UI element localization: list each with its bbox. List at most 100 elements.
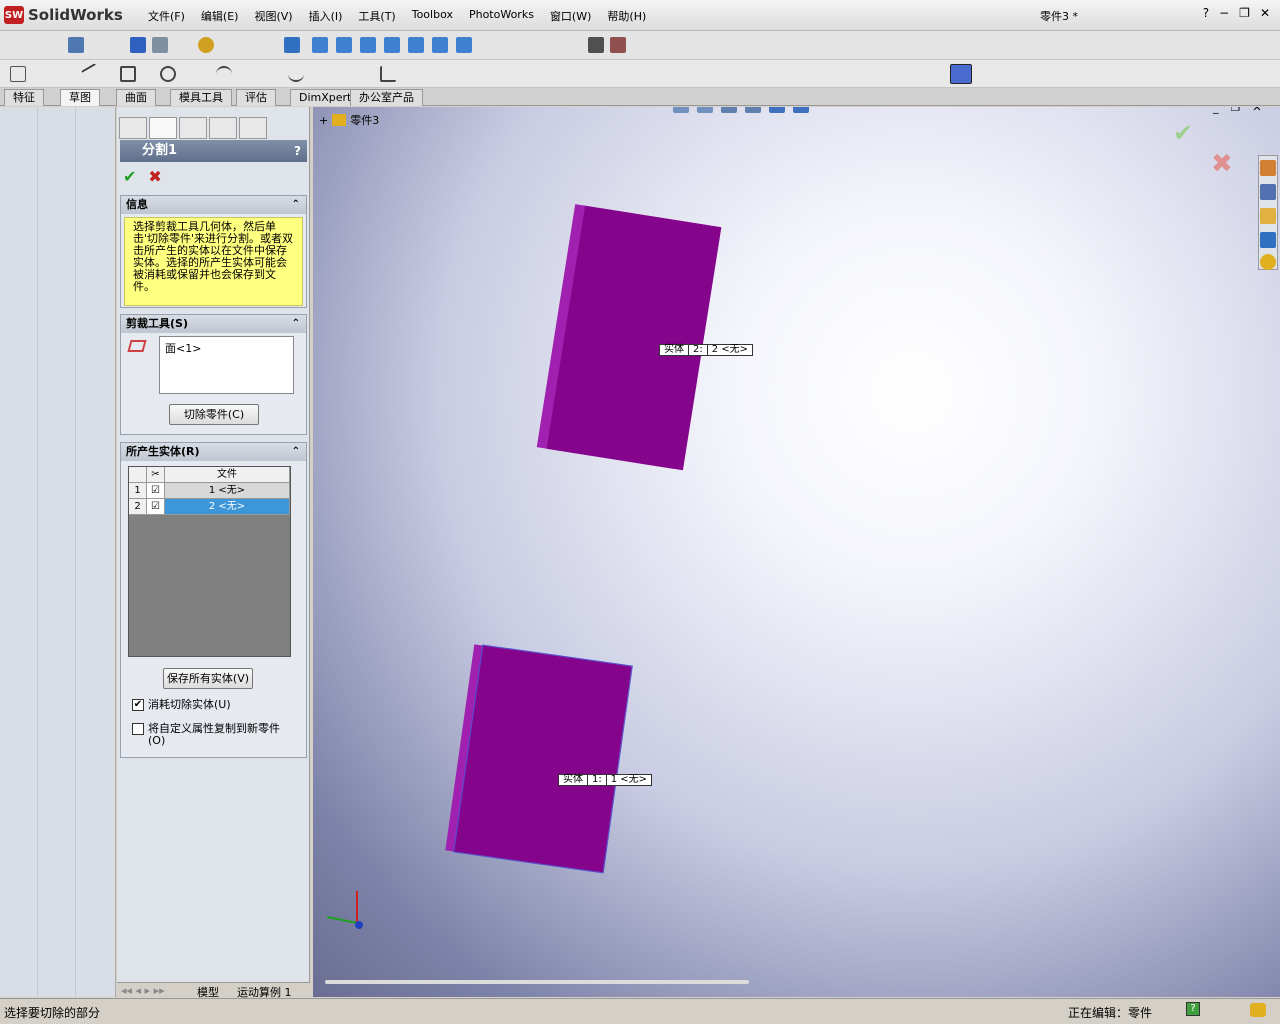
collapse-icon[interactable]: ⌃ [292,196,300,214]
tab-nav-arrows[interactable]: ◂◂ ◂ ▸ ▸▸ [121,984,165,997]
help-icon[interactable]: ? [1203,6,1209,20]
info-header[interactable]: 信息 ⌃ [121,196,306,214]
box-view-icon[interactable] [130,37,146,53]
ok-icon[interactable]: ✔ [123,167,136,186]
toolbar-column-3[interactable] [76,107,114,997]
collapse-icon[interactable]: ⌃ [292,315,300,333]
menu-tools[interactable]: 工具(T) [350,8,403,24]
folder-icon[interactable] [1260,208,1276,224]
trim-tools-header[interactable]: 剪裁工具(S) ⌃ [121,315,306,333]
copy-props-checkbox-row[interactable]: 将自定义属性复制到新零件(O) [132,723,292,747]
table-row[interactable]: 2 ☑ 2 <无> [129,499,290,515]
render-icon[interactable] [610,37,626,53]
confirm-cancel-icon[interactable]: ✖ [1211,149,1233,179]
tab-sketch[interactable]: 草图 [60,89,100,106]
body-2[interactable] [546,205,722,471]
appearances-icon[interactable] [1260,254,1276,270]
line-icon[interactable] [81,63,103,85]
minimize-icon[interactable]: − [1219,6,1229,20]
instant3d-icon[interactable] [950,64,972,84]
menu-photoworks[interactable]: PhotoWorks [461,8,542,24]
trim-tool-list[interactable]: 面<1> [159,336,294,394]
tab-evaluate[interactable]: 评估 [236,89,276,106]
help-icon[interactable]: ? [1186,1002,1200,1016]
appearance-icon[interactable] [198,37,214,53]
horizontal-scrollbar[interactable] [325,980,749,984]
consume-checkbox[interactable]: ✔ [132,699,144,711]
view-back-icon[interactable] [336,37,352,53]
save-all-bodies-button[interactable]: 保存所有实体(V) [163,668,253,689]
sketch-icon[interactable] [10,66,26,82]
copy-props-checkbox[interactable] [132,723,144,735]
view-front-icon[interactable] [312,37,328,53]
tab-office-products[interactable]: 办公室产品 [350,89,423,106]
restore-icon[interactable]: ❐ [1239,6,1250,20]
feature-manager-tab[interactable] [119,117,147,139]
spline-icon[interactable] [288,66,304,82]
row-file[interactable]: 1 <无> [165,483,290,498]
expand-icon[interactable]: + [319,114,328,127]
toolbar-column-1[interactable] [0,107,38,997]
body-2-callout[interactable]: 实体 2: 2 <无> [659,344,754,356]
view-normal-icon[interactable] [284,37,300,53]
confirm-ok-icon[interactable]: ✔ [1173,119,1193,147]
row-file[interactable]: 2 <无> [165,499,290,514]
row-checkbox[interactable]: ☑ [147,483,165,498]
home-icon[interactable] [1260,160,1276,176]
view-iso-icon[interactable] [456,37,472,53]
viewport-close-icon[interactable]: ✕ [1252,107,1261,114]
section-view-icon[interactable] [745,107,761,113]
consume-checkbox-row[interactable]: ✔ 消耗切除实体(U) [132,699,231,711]
trim-item[interactable]: 面<1> [165,342,201,355]
graphics-area[interactable]: + 零件3 ✔ ✖ _ ❐ ✕ 实体 2: 2 <无> 实体 1: 1 <无> [313,107,1280,997]
collapse-icon[interactable]: ⌃ [292,443,300,461]
part-name[interactable]: 零件3 [350,112,379,128]
smart-dimension-icon[interactable] [380,66,396,82]
view-top-icon[interactable] [408,37,424,53]
rectangle-icon[interactable] [120,66,136,82]
viewport-minimize-icon[interactable]: _ [1213,107,1219,114]
view-bottom-icon[interactable] [432,37,448,53]
zoom-area-icon[interactable] [697,107,713,113]
zoom-fit-icon[interactable] [673,107,689,113]
viewport-restore-icon[interactable]: ❐ [1231,107,1241,114]
display-style-icon[interactable] [793,107,809,113]
view-orientation-icon[interactable] [769,107,785,113]
zoom-icon[interactable] [152,37,168,53]
display-manager-tab[interactable] [239,117,267,139]
configuration-manager-tab[interactable] [179,117,207,139]
view-palette-icon[interactable] [1260,232,1276,248]
menu-file[interactable]: 文件(F) [140,8,193,24]
menu-toolbox[interactable]: Toolbox [404,8,461,24]
tab-mold-tools[interactable]: 模具工具 [170,89,232,106]
menu-edit[interactable]: 编辑(E) [193,8,247,24]
menu-help[interactable]: 帮助(H) [599,8,654,24]
tab-surfaces[interactable]: 曲面 [116,89,156,106]
body-1[interactable] [453,644,633,874]
menu-view[interactable]: 视图(V) [246,8,300,24]
close-icon[interactable]: ✕ [1260,6,1270,20]
pm-help-icon[interactable]: ? [294,140,301,162]
cancel-icon[interactable]: ✖ [148,167,161,186]
menu-insert[interactable]: 插入(I) [301,8,351,24]
dimxpert-manager-tab[interactable] [209,117,237,139]
cut-part-button[interactable]: 切除零件(C) [169,404,259,425]
property-manager-tab[interactable] [149,117,177,139]
resulting-bodies-header[interactable]: 所产生实体(R) ⌃ [121,443,306,461]
library-icon[interactable] [1260,184,1276,200]
body-1-callout[interactable]: 实体 1: 1 <无> [558,774,653,786]
arc-icon[interactable] [216,66,232,82]
previous-view-icon[interactable] [721,107,737,113]
callout-value[interactable]: 1 <无> [607,775,651,785]
callout-value[interactable]: 2 <无> [708,345,752,355]
rebuild-icon[interactable] [1250,1003,1266,1017]
select-icon[interactable] [68,37,84,53]
camera-icon[interactable] [588,37,604,53]
tab-features[interactable]: 特征 [4,89,44,106]
row-checkbox[interactable]: ☑ [147,499,165,514]
view-right-icon[interactable] [384,37,400,53]
circle-icon[interactable] [160,66,176,82]
toolbar-column-2[interactable] [38,107,76,997]
view-left-icon[interactable] [360,37,376,53]
table-row[interactable]: 1 ☑ 1 <无> [129,483,290,499]
